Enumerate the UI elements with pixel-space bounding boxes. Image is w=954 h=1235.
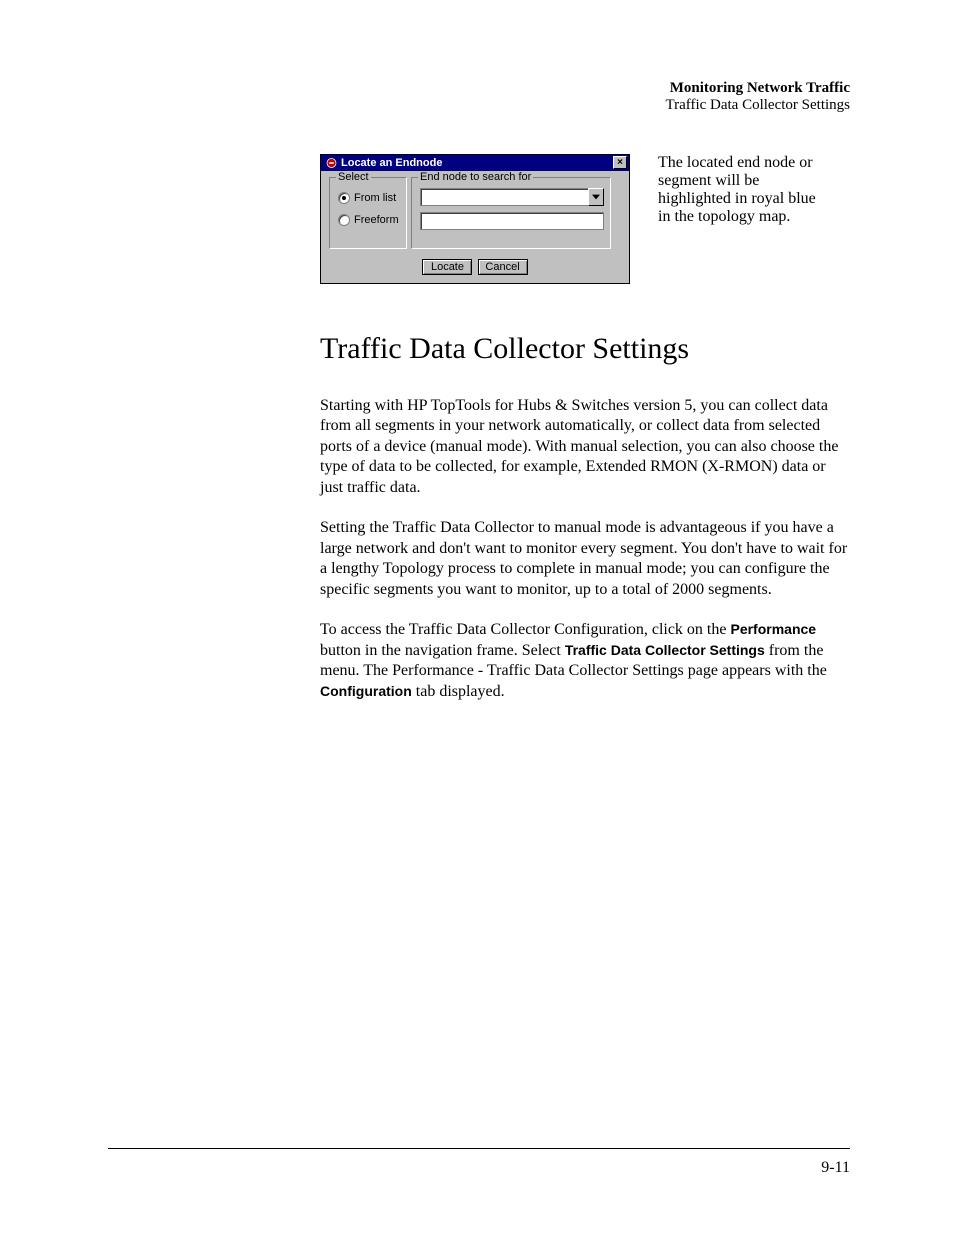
select-legend: Select	[336, 171, 371, 183]
select-groupbox: Select From list Freeform	[329, 177, 407, 249]
endnode-textbox[interactable]	[420, 212, 604, 230]
close-glyph: ×	[617, 158, 623, 168]
footer-rule	[108, 1148, 850, 1149]
search-legend: End node to search for	[418, 171, 533, 183]
close-icon[interactable]: ×	[613, 156, 627, 169]
app-icon	[324, 156, 338, 169]
running-header: Monitoring Network Traffic Traffic Data …	[108, 80, 850, 114]
figure-caption: The located end node or segment will be …	[658, 154, 828, 226]
text-run: To access the Traffic Data Collector Con…	[320, 621, 730, 638]
radio-freeform[interactable]: Freeform	[338, 214, 400, 226]
cancel-button[interactable]: Cancel	[478, 259, 528, 275]
text-run: button in the navigation frame. Select	[320, 642, 565, 659]
section-heading: Traffic Data Collector Settings	[320, 332, 850, 366]
locate-endnode-dialog: Locate an Endnode × Select From list	[320, 154, 630, 284]
text-run: tab displayed.	[412, 683, 505, 700]
radio-label: Freeform	[354, 214, 399, 226]
page-number: 9-11	[821, 1159, 850, 1177]
locate-button[interactable]: Locate	[422, 259, 472, 275]
dialog-buttons: Locate Cancel	[329, 259, 621, 275]
bold-configuration: Configuration	[320, 683, 412, 699]
document-page: Monitoring Network Traffic Traffic Data …	[108, 0, 850, 1235]
dialog-title: Locate an Endnode	[341, 157, 613, 169]
body-paragraph-3: To access the Traffic Data Collector Con…	[320, 620, 848, 702]
figure-row: Locate an Endnode × Select From list	[320, 154, 850, 284]
bold-performance: Performance	[730, 621, 816, 637]
combo-field[interactable]	[420, 188, 588, 206]
search-groupbox: End node to search for	[411, 177, 611, 249]
dialog-body: Select From list Freeform End node to se…	[321, 171, 629, 283]
radio-icon	[338, 192, 350, 204]
body-paragraph-2: Setting the Traffic Data Collector to ma…	[320, 518, 848, 600]
radio-from-list[interactable]: From list	[338, 192, 400, 204]
chevron-down-icon[interactable]	[588, 188, 604, 206]
dialog-titlebar: Locate an Endnode ×	[321, 155, 629, 171]
bold-tdc-settings: Traffic Data Collector Settings	[565, 642, 765, 658]
body-paragraph-1: Starting with HP TopTools for Hubs & Swi…	[320, 396, 848, 498]
header-section: Traffic Data Collector Settings	[108, 97, 850, 114]
radio-label: From list	[354, 192, 396, 204]
header-chapter: Monitoring Network Traffic	[108, 80, 850, 97]
radio-icon	[338, 214, 350, 226]
endnode-combobox[interactable]	[420, 188, 604, 206]
